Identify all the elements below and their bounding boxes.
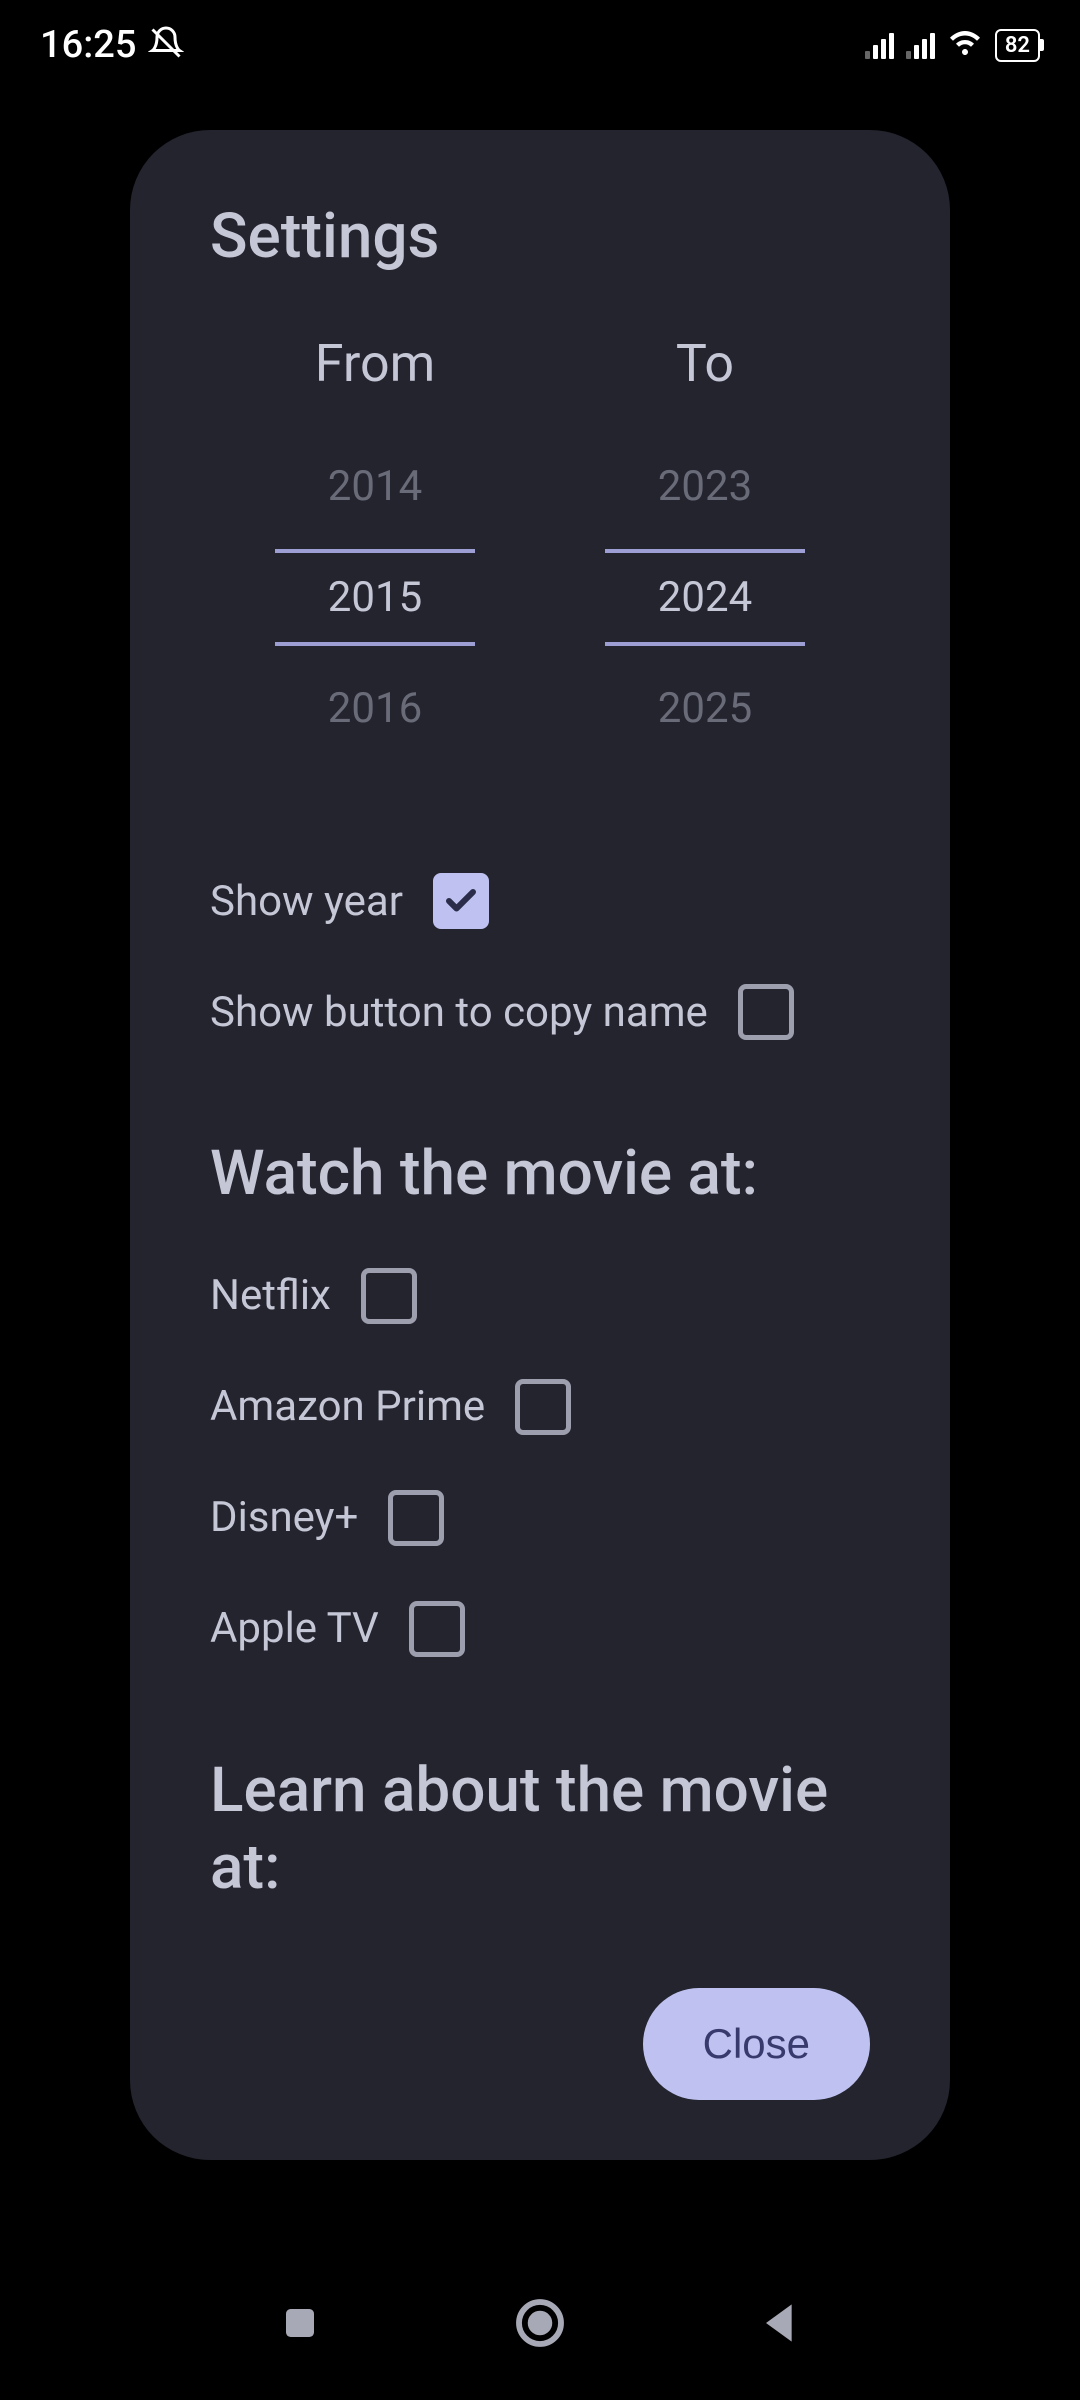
settings-dialog: Settings From 2014 2015 2016 To 2023 202… [130, 130, 950, 2160]
close-button[interactable]: Close [643, 1988, 870, 2100]
home-icon[interactable] [512, 2295, 568, 2355]
year-pickers: From 2014 2015 2016 To 2023 2024 2025 [210, 333, 870, 753]
netflix-label: Netflix [210, 1271, 331, 1320]
year-from-next[interactable]: 2016 [275, 664, 475, 753]
show-year-checkbox[interactable] [433, 873, 489, 929]
mute-icon [148, 25, 184, 65]
show-year-row[interactable]: Show year [210, 873, 870, 929]
status-bar: 16:25 82 [0, 0, 1080, 90]
learn-section-heading: Learn about the movie at: [210, 1752, 870, 1907]
amazon-prime-checkbox[interactable] [515, 1379, 571, 1435]
netflix-row[interactable]: Netflix [210, 1268, 870, 1324]
battery-level: 82 [1005, 33, 1030, 58]
year-from-selected[interactable]: 2015 [275, 549, 475, 646]
apple-tv-checkbox[interactable] [409, 1601, 465, 1657]
show-copy-button-row[interactable]: Show button to copy name [210, 984, 870, 1040]
recent-apps-icon[interactable] [272, 2295, 328, 2355]
year-from-label: From [315, 333, 435, 394]
signal-icon-1 [865, 31, 894, 59]
check-icon [443, 883, 479, 919]
wifi-icon [947, 25, 983, 65]
year-to-prev[interactable]: 2023 [605, 442, 805, 531]
show-copy-button-label: Show button to copy name [210, 988, 708, 1037]
status-left: 16:25 [40, 23, 184, 67]
watch-section-heading: Watch the movie at: [210, 1135, 870, 1213]
show-copy-button-checkbox[interactable] [738, 984, 794, 1040]
show-year-label: Show year [210, 877, 403, 926]
amazon-prime-row[interactable]: Amazon Prime [210, 1379, 870, 1435]
year-from-prev[interactable]: 2014 [275, 442, 475, 531]
disney-plus-label: Disney+ [210, 1493, 358, 1542]
year-to-selected[interactable]: 2024 [605, 549, 805, 646]
amazon-prime-label: Amazon Prime [210, 1382, 485, 1431]
year-to-picker[interactable]: To 2023 2024 2025 [605, 333, 805, 753]
dialog-title: Settings [210, 200, 870, 273]
netflix-checkbox[interactable] [361, 1268, 417, 1324]
year-to-next[interactable]: 2025 [605, 664, 805, 753]
year-to-label: To [676, 333, 734, 394]
disney-plus-checkbox[interactable] [388, 1490, 444, 1546]
apple-tv-label: Apple TV [210, 1604, 379, 1653]
battery-icon: 82 [995, 29, 1040, 62]
apple-tv-row[interactable]: Apple TV [210, 1601, 870, 1657]
status-time: 16:25 [40, 23, 136, 67]
navigation-bar [0, 2250, 1080, 2400]
back-icon[interactable] [752, 2295, 808, 2355]
year-from-picker[interactable]: From 2014 2015 2016 [275, 333, 475, 753]
signal-icon-2 [906, 31, 935, 59]
status-right: 82 [865, 25, 1040, 65]
disney-plus-row[interactable]: Disney+ [210, 1490, 870, 1546]
